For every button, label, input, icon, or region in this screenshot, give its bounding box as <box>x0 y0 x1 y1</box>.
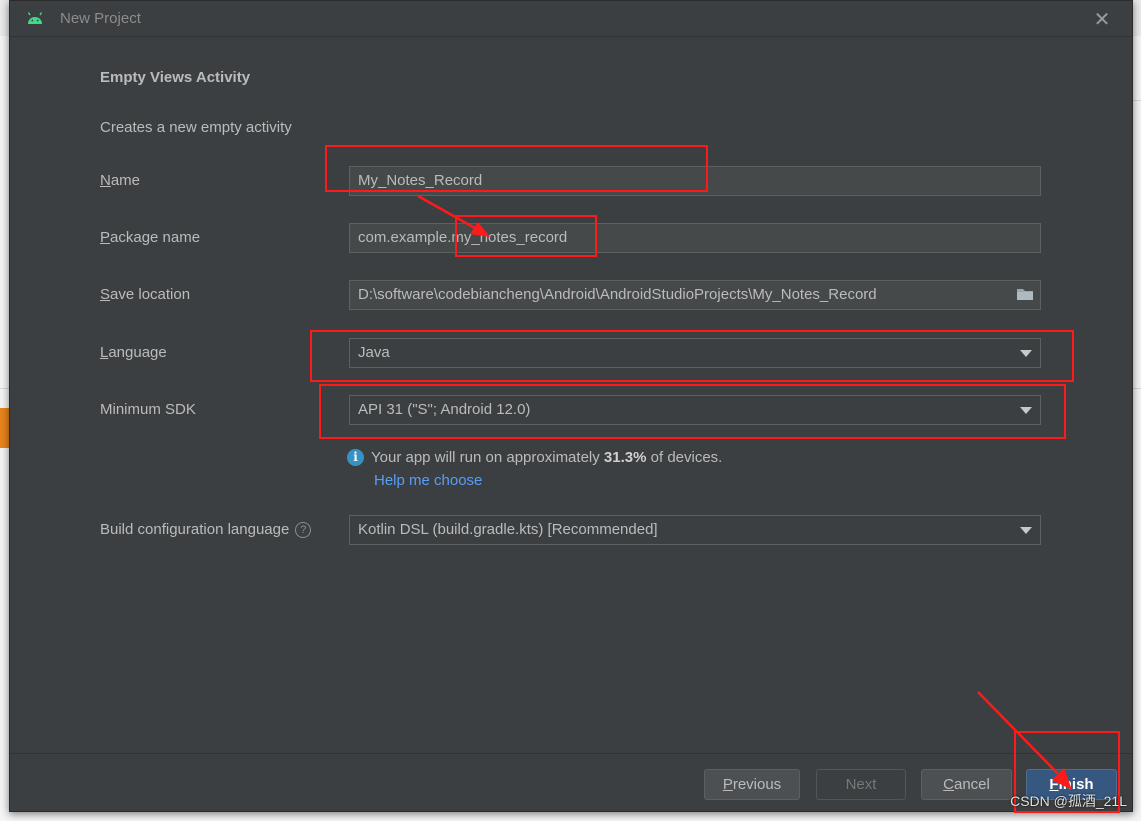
dialog-title: New Project <box>60 10 141 27</box>
cancel-button[interactable]: Cancel <box>921 769 1012 800</box>
info-icon: i <box>347 449 364 466</box>
device-coverage-text: Your app will run on approximately 31.3%… <box>371 449 723 466</box>
folder-icon[interactable] <box>1016 287 1034 301</box>
package-name-label: Package name <box>100 229 201 246</box>
background-orange-tab <box>0 408 9 448</box>
save-location-input[interactable]: D:\software\codebiancheng\Android\Androi… <box>358 286 877 303</box>
next-button[interactable]: Next <box>816 769 906 800</box>
build-config-label: Build configuration language? <box>100 521 312 538</box>
coverage-percent: 31.3% <box>603 449 647 466</box>
template-description: Creates a new empty activity <box>100 119 292 136</box>
minimum-sdk-label: Minimum SDK <box>100 401 196 418</box>
name-label: Name <box>100 172 141 189</box>
build-config-select[interactable]: Kotlin DSL (build.gradle.kts) [Recommend… <box>349 515 1041 545</box>
question-icon[interactable]: ? <box>295 522 312 538</box>
footer-divider <box>10 753 1132 754</box>
package-name-input[interactable]: com.example.my_notes_record <box>349 223 1041 253</box>
template-heading: Empty Views Activity <box>100 69 251 86</box>
annotation-box <box>325 145 708 192</box>
annotation-box <box>310 330 1074 382</box>
background-divider <box>1133 100 1141 101</box>
save-location-label: Save location <box>100 286 191 303</box>
annotation-box <box>319 384 1066 439</box>
annotation-box <box>455 215 597 257</box>
close-icon[interactable]: ✕ <box>1090 7 1114 31</box>
watermark: CSDN @孤酒_21L <box>1010 793 1127 809</box>
android-icon <box>27 12 43 24</box>
dialog-titlebar: New Project ✕ <box>10 1 1132 37</box>
build-config-value: Kotlin DSL (build.gradle.kts) [Recommend… <box>358 521 658 538</box>
background-divider <box>0 388 9 389</box>
previous-button[interactable]: Previous <box>704 769 800 800</box>
background-divider <box>1133 388 1141 389</box>
save-location-field[interactable]: D:\software\codebiancheng\Android\Androi… <box>349 280 1041 310</box>
language-label: Language <box>100 344 167 361</box>
help-me-choose-link[interactable]: Help me choose <box>374 472 482 489</box>
chevron-down-icon <box>1020 527 1032 534</box>
